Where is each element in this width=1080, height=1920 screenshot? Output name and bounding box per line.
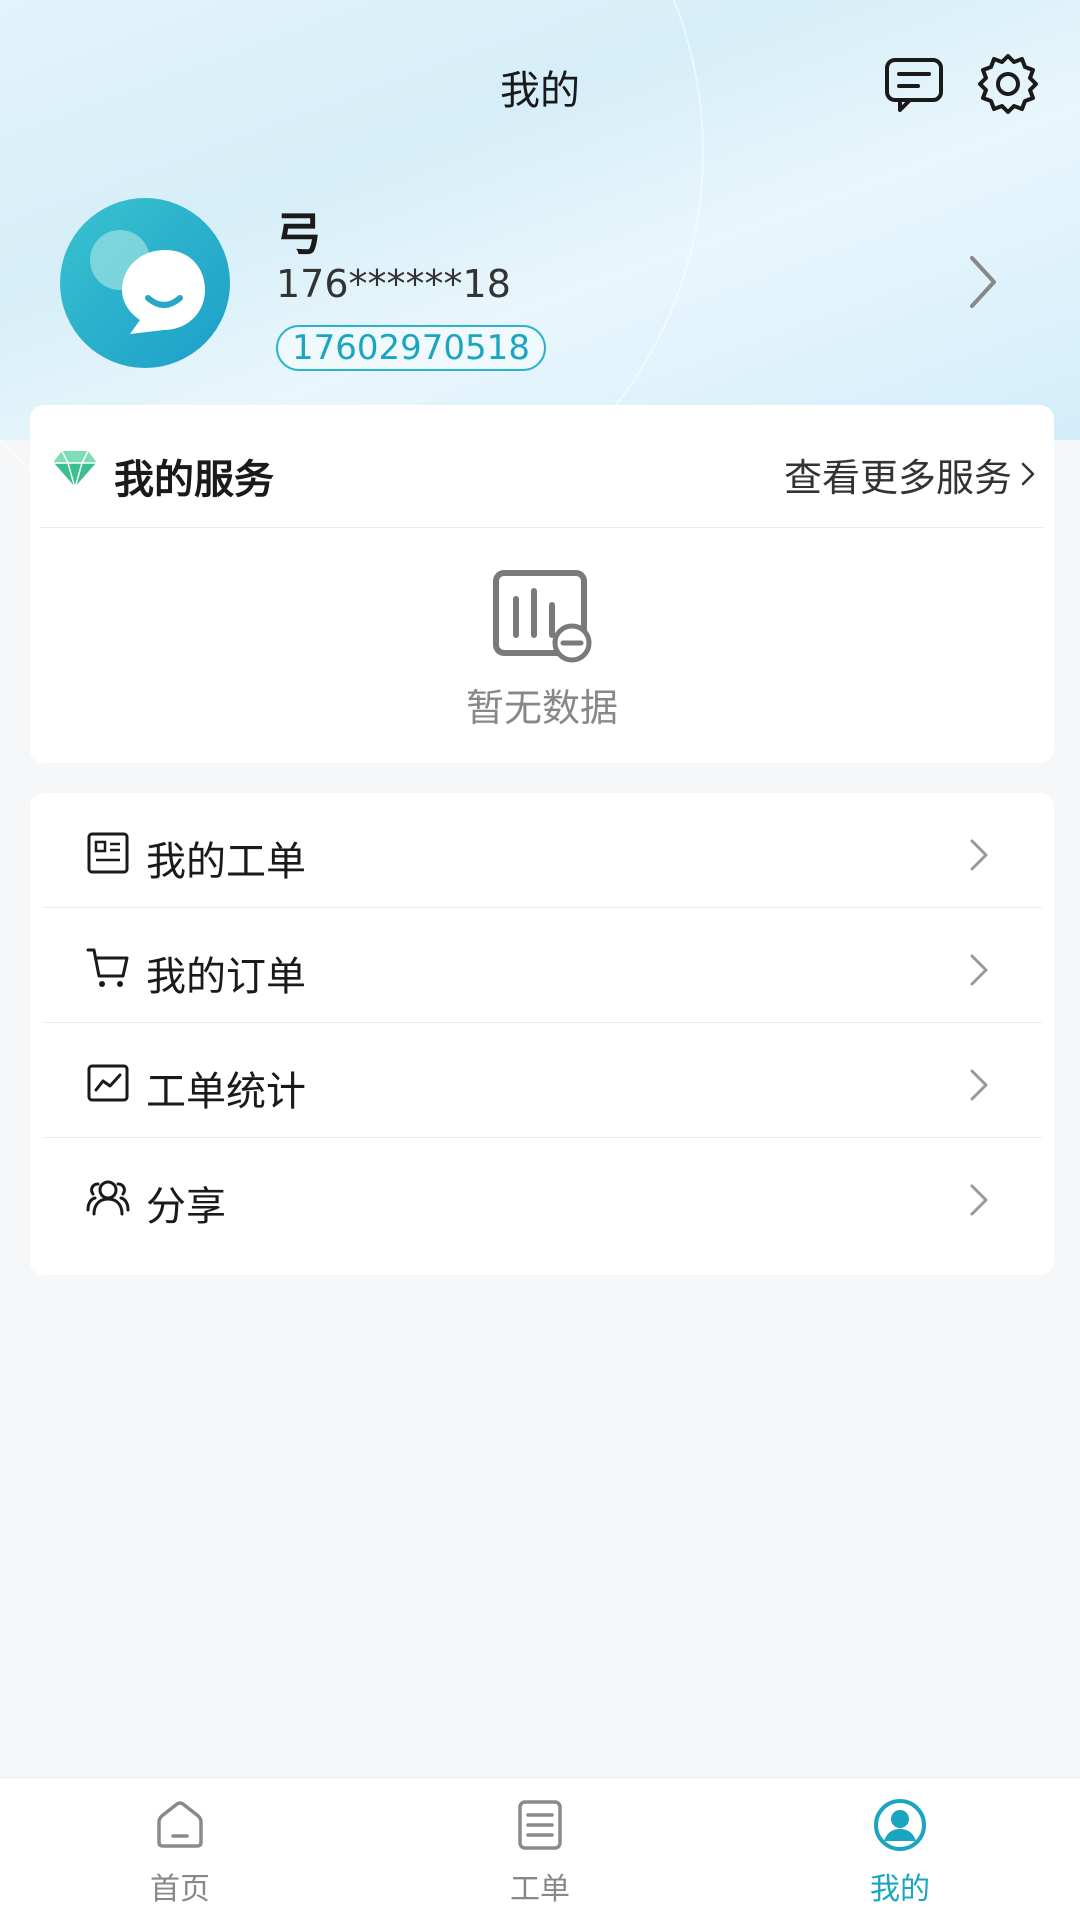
cart-icon	[86, 946, 130, 990]
services-card: 我的服务 查看更多服务 暂无数据	[30, 405, 1054, 763]
bottom-tab-bar: 首页 工单 我的	[0, 1777, 1080, 1920]
menu-card: 我的工单 我的订单 工单统计 分享	[30, 793, 1054, 1275]
chevron-right-icon	[968, 1182, 990, 1218]
services-header: 我的服务 查看更多服务	[30, 405, 1054, 527]
document-icon	[513, 1798, 567, 1852]
tab-label: 我的	[870, 1872, 930, 1907]
ticket-icon	[86, 831, 130, 875]
menu-item-share[interactable]: 分享	[30, 1138, 1054, 1253]
tab-label: 首页	[150, 1872, 210, 1907]
tab-label: 工单	[510, 1872, 570, 1907]
menu-item-label: 分享	[146, 1184, 226, 1230]
menu-item-ticket-stats[interactable]: 工单统计	[30, 1023, 1054, 1138]
message-icon[interactable]	[882, 52, 946, 116]
diamond-icon	[52, 449, 98, 491]
avatar[interactable]	[60, 198, 230, 368]
share-people-icon	[86, 1176, 130, 1220]
chevron-right-icon	[968, 1067, 990, 1103]
more-services-link[interactable]: 查看更多服务	[784, 447, 1012, 502]
menu-item-label: 工单统计	[146, 1069, 306, 1115]
stats-chart-icon	[86, 1061, 130, 1105]
menu-item-my-tickets[interactable]: 我的工单	[30, 793, 1054, 908]
profile-name: 弓	[276, 207, 322, 261]
menu-item-my-orders[interactable]: 我的订单	[30, 908, 1054, 1023]
tab-home[interactable]: 首页	[0, 1778, 360, 1920]
account-badge: 17602970518	[276, 325, 546, 371]
profile-icon	[873, 1798, 927, 1852]
home-icon	[153, 1798, 207, 1852]
chevron-right-icon[interactable]	[1020, 461, 1036, 487]
services-title: 我的服务	[114, 457, 274, 503]
gear-icon[interactable]	[976, 52, 1040, 116]
menu-item-label: 我的订单	[146, 954, 306, 1000]
no-data-chart-icon	[492, 569, 592, 665]
chevron-right-icon[interactable]	[962, 252, 1002, 312]
profile-phone: 176******18	[276, 262, 511, 306]
menu-item-label: 我的工单	[146, 839, 306, 885]
tab-mine[interactable]: 我的	[720, 1778, 1080, 1920]
chevron-right-icon	[968, 952, 990, 988]
empty-state-text: 暂无数据	[465, 686, 618, 730]
divider	[40, 527, 1044, 528]
chevron-right-icon	[968, 837, 990, 873]
tab-tickets[interactable]: 工单	[360, 1778, 720, 1920]
